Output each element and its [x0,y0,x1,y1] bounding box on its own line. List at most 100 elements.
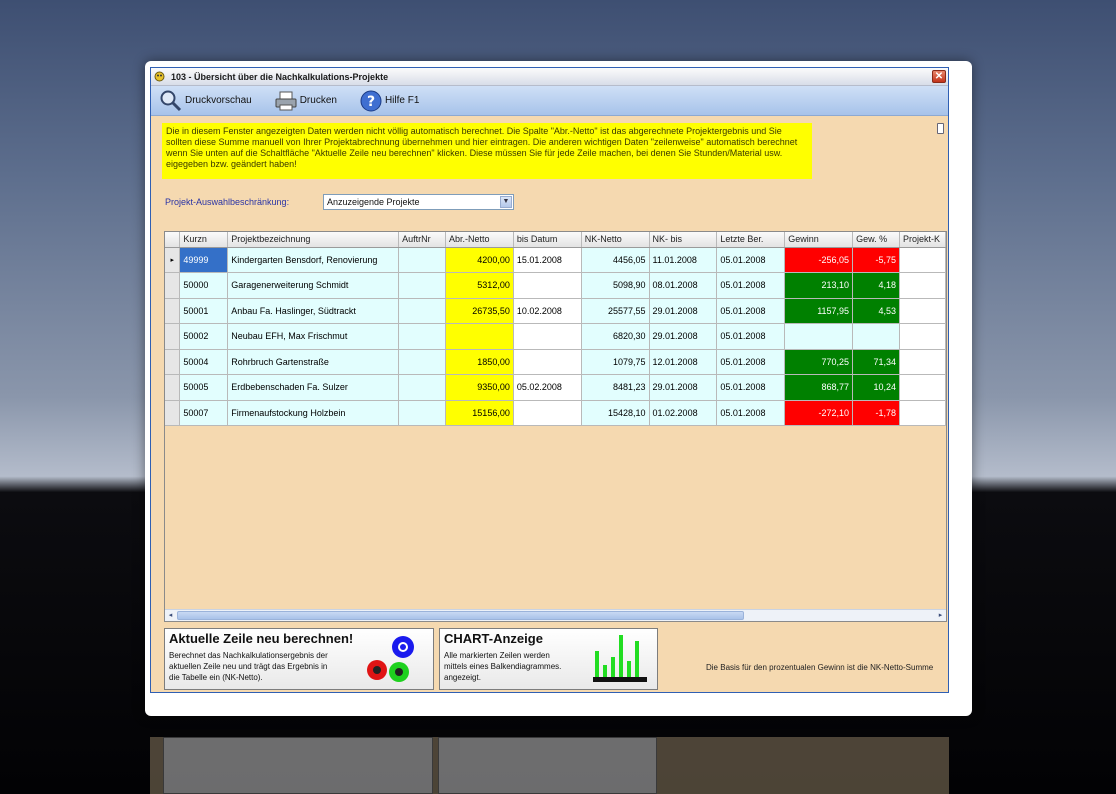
cell-nk-netto[interactable]: 1079,75 [581,349,650,375]
row-indicator[interactable]: ▸ [165,247,181,273]
table-row[interactable]: 50001 Anbau Fa. Haslinger, Südtrackt 26735… [165,298,946,324]
cell-nk-bis[interactable]: 12.01.2008 [649,349,718,375]
cell-bis-datum[interactable] [513,349,582,375]
cell-bis-datum[interactable] [513,323,582,350]
help-button[interactable]: ? Hilfe F1 [359,89,419,113]
column-header[interactable]: Gewinn [784,232,854,248]
cell-abr-netto[interactable]: 26735,50 [445,298,514,324]
cell-abr-netto[interactable]: 15156,00 [445,400,514,426]
cell-projekt-k[interactable] [899,247,946,273]
row-indicator[interactable] [165,298,181,324]
row-indicator[interactable] [165,349,181,375]
cell-gewinn-prozent[interactable]: 71,34 [852,349,900,375]
cell-nk-bis[interactable]: 08.01.2008 [649,272,718,299]
cell-nk-bis[interactable]: 29.01.2008 [649,298,718,324]
column-header[interactable]: Kurzn [179,232,229,248]
cell-abr-netto[interactable]: 4200,00 [445,247,514,273]
cell-nk-netto[interactable]: 6820,30 [581,323,650,350]
cell-gewinn-prozent[interactable] [852,323,900,350]
cell-projekt-k[interactable] [899,374,946,401]
cell-projekt-k[interactable] [899,298,946,324]
cell-projektbezeichnung[interactable]: Kindergarten Bensdorf, Renovierung [227,247,400,273]
table-row[interactable]: 50000 Garagenerweiterung Schmidt 5312,00 50… [165,272,946,299]
row-indicator[interactable] [165,400,181,426]
table-row[interactable]: 50007 Firmenaufstockung Holzbein 15156,00 1… [165,400,946,426]
cell-letzte-ber[interactable]: 05.01.2008 [716,298,786,324]
cell-bis-datum[interactable] [513,272,582,299]
cell-gewinn-prozent[interactable]: 4,18 [852,272,900,299]
column-header[interactable]: NK- bis [649,232,718,248]
row-indicator[interactable] [165,272,181,299]
cell-auftrnr[interactable] [398,323,447,350]
table-row[interactable]: ▸ 49999 Kindergarten Bensdorf, Renovierung… [165,247,946,273]
cell-letzte-ber[interactable]: 05.01.2008 [716,400,786,426]
cell-letzte-ber[interactable]: 05.01.2008 [716,374,786,401]
cell-letzte-ber[interactable]: 05.01.2008 [716,272,786,299]
row-indicator[interactable] [165,374,181,401]
cell-gewinn[interactable]: 770,25 [784,349,854,375]
cell-projektbezeichnung[interactable]: Garagenerweiterung Schmidt [227,272,400,299]
scroll-right-icon[interactable]: ▸ [935,610,946,621]
cell-gewinn[interactable] [784,323,854,350]
cell-kurzn[interactable]: 50001 [179,298,229,324]
cell-kurzn[interactable]: 49999 [179,247,229,273]
filter-select[interactable]: Anzuzeigende Projekte ▼ [323,194,514,210]
cell-gewinn-prozent[interactable]: -5,75 [852,247,900,273]
table-row[interactable]: 50002 Neubau EFH, Max Frischmut 6820,30 29.… [165,323,946,350]
horizontal-scrollbar[interactable]: ◂ ▸ [165,609,946,621]
chevron-down-icon[interactable]: ▼ [500,196,512,208]
cell-auftrnr[interactable] [398,400,447,426]
cell-projektbezeichnung[interactable]: Firmenaufstockung Holzbein [227,400,400,426]
cell-projektbezeichnung[interactable]: Neubau EFH, Max Frischmut [227,323,400,350]
cell-projektbezeichnung[interactable]: Erdbebenschaden Fa. Sulzer [227,374,400,401]
cell-gewinn[interactable]: 1157,95 [784,298,854,324]
cell-bis-datum[interactable]: 10.02.2008 [513,298,582,324]
column-header[interactable]: NK-Netto [581,232,650,248]
cell-auftrnr[interactable] [398,247,447,273]
cell-auftrnr[interactable] [398,272,447,299]
cell-abr-netto[interactable] [445,323,514,350]
cell-bis-datum[interactable] [513,400,582,426]
cell-auftrnr[interactable] [398,374,447,401]
cell-nk-bis[interactable]: 01.02.2008 [649,400,718,426]
cell-gewinn[interactable]: -256,05 [784,247,854,273]
cell-letzte-ber[interactable]: 05.01.2008 [716,323,786,350]
cell-auftrnr[interactable] [398,349,447,375]
scroll-left-icon[interactable]: ◂ [165,610,176,621]
cell-projektbezeichnung[interactable]: Rohrbruch Gartenstraße [227,349,400,375]
recalc-button[interactable]: Aktuelle Zeile neu berechnen! Berechnet … [164,628,434,690]
column-header[interactable]: AuftrNr [398,232,447,248]
cell-kurzn[interactable]: 50000 [179,272,229,299]
cell-auftrnr[interactable] [398,298,447,324]
cell-gewinn[interactable]: 213,10 [784,272,854,299]
cell-letzte-ber[interactable]: 05.01.2008 [716,247,786,273]
cell-abr-netto[interactable]: 5312,00 [445,272,514,299]
cell-projekt-k[interactable] [899,323,946,350]
cell-projektbezeichnung[interactable]: Anbau Fa. Haslinger, Südtrackt [227,298,400,324]
cell-kurzn[interactable]: 50002 [179,323,229,350]
cell-nk-netto[interactable]: 25577,55 [581,298,650,324]
scrollbar-thumb[interactable] [177,611,744,620]
column-header[interactable]: Projektbezeichnung [227,232,400,248]
close-button[interactable]: ✕ [932,70,946,83]
cell-kurzn[interactable]: 50004 [179,349,229,375]
cell-nk-netto[interactable]: 5098,90 [581,272,650,299]
cell-nk-bis[interactable]: 29.01.2008 [649,323,718,350]
row-indicator[interactable] [165,323,181,350]
cell-gewinn-prozent[interactable]: 4,53 [852,298,900,324]
table-row[interactable]: 50005 Erdbebenschaden Fa. Sulzer 9350,00 05… [165,374,946,401]
cell-gewinn[interactable]: 868,77 [784,374,854,401]
cell-projekt-k[interactable] [899,400,946,426]
cell-nk-netto[interactable]: 8481,23 [581,374,650,401]
cell-abr-netto[interactable]: 9350,00 [445,374,514,401]
column-header[interactable]: Gew. % [852,232,900,248]
cell-nk-bis[interactable]: 11.01.2008 [649,247,718,273]
scroll-indicator[interactable] [937,123,944,134]
cell-gewinn-prozent[interactable]: 10,24 [852,374,900,401]
cell-gewinn[interactable]: -272,10 [784,400,854,426]
column-header[interactable]: Abr.-Netto [445,232,514,248]
cell-kurzn[interactable]: 50007 [179,400,229,426]
cell-kurzn[interactable]: 50005 [179,374,229,401]
column-header[interactable]: Projekt-K [899,232,946,248]
title-bar[interactable]: 103 - Übersicht über die Nachkalkulation… [151,68,948,86]
